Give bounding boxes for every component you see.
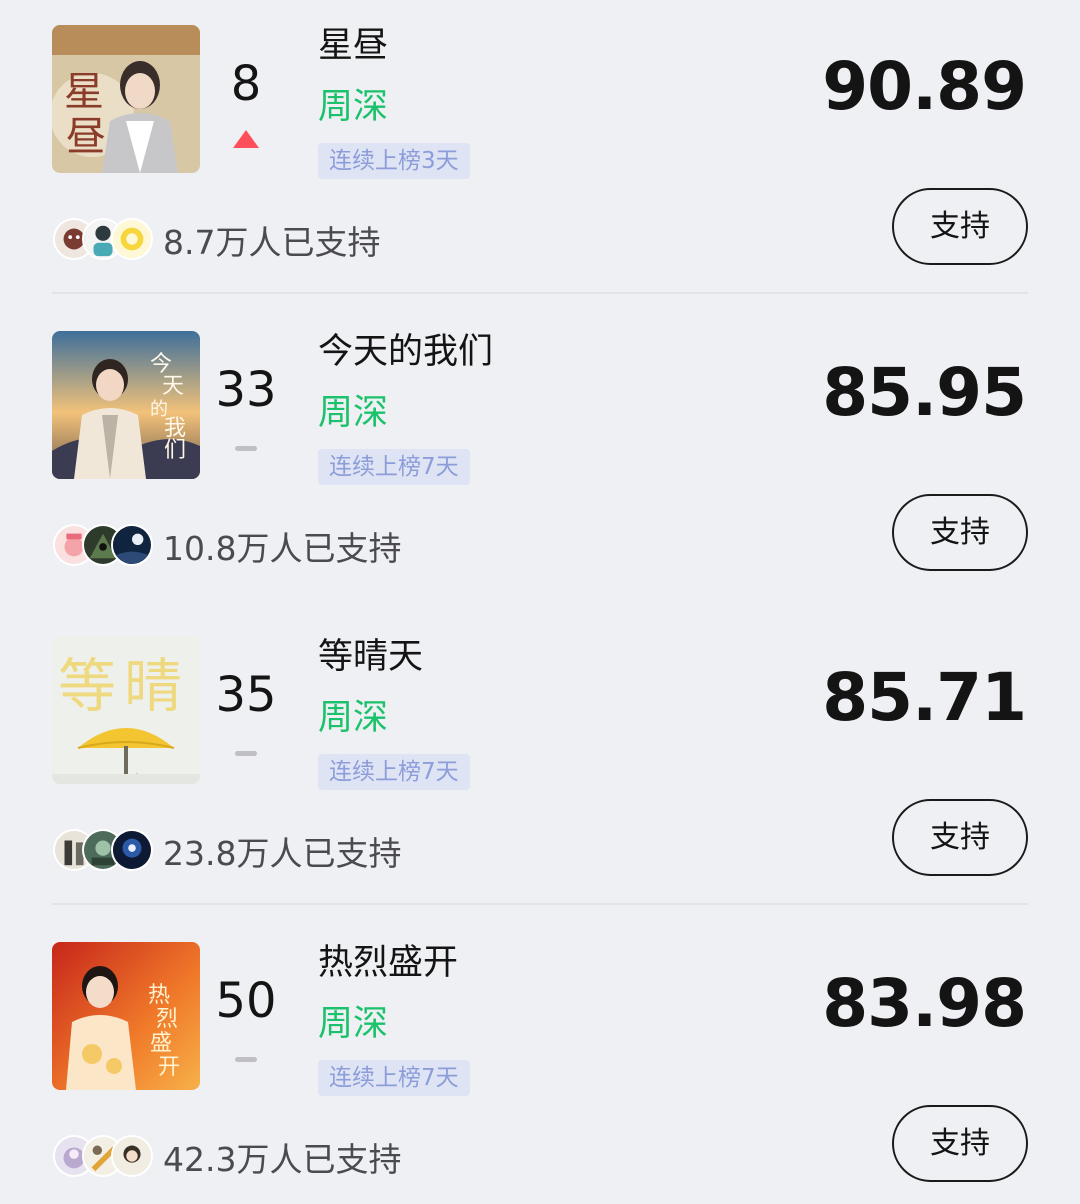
supporter-count: 8.7万人已支持 [163, 223, 381, 262]
avatar [111, 524, 153, 566]
streak-badge: 连续上榜7天 [318, 754, 470, 790]
song-title[interactable]: 热烈盛开 [318, 939, 458, 987]
streak-badge: 连续上榜7天 [318, 1060, 470, 1096]
supporter-count: 10.8万人已支持 [163, 529, 402, 568]
supporter-avatars [53, 524, 153, 568]
support-button[interactable]: 支持 [892, 1105, 1028, 1182]
svg-text:天: 天 [162, 374, 184, 399]
score-value: 83.98 [822, 965, 1027, 1042]
divider [52, 903, 1028, 905]
album-cover-art-dengqingtian: 等 晴 [52, 636, 200, 784]
album-cover-art-jintiandewomen: 今 天 的 我 们 [52, 331, 200, 479]
supporter-avatars [53, 1135, 153, 1179]
artist-name[interactable]: 周深 [318, 389, 388, 437]
dash-icon [232, 434, 260, 456]
album-cover-art-relieshengkai: 热 烈 盛 开 [52, 942, 200, 1090]
artist-name[interactable]: 周深 [318, 694, 388, 742]
ranking-item[interactable]: 今 天 的 我 们 33 今天的我们 周深 连续上榜7天 85.95 10.8万… [0, 306, 1080, 612]
svg-text:们: 们 [164, 438, 186, 463]
dash-icon [232, 739, 260, 761]
rank-number: 33 [215, 362, 277, 418]
svg-text:星: 星 [64, 69, 104, 115]
svg-text:热: 热 [148, 983, 170, 1008]
song-title[interactable]: 等晴天 [318, 633, 423, 681]
rank-number: 35 [215, 667, 277, 723]
ranking-item[interactable]: 等 晴 35 等晴天 周深 连续上榜7天 85.71 23.8万人已支持 支持 [0, 611, 1080, 917]
album-cover[interactable]: 热 烈 盛 开 [52, 942, 200, 1090]
supporter-count: 23.8万人已支持 [163, 834, 402, 873]
ranking-item[interactable]: 星 昼 8 星昼 周深 连续上榜3天 90.89 8.7万人已支持 支持 [0, 0, 1080, 306]
artist-name[interactable]: 周深 [318, 1000, 388, 1048]
svg-text:烈: 烈 [156, 1007, 178, 1032]
album-cover[interactable]: 等 晴 [52, 636, 200, 784]
support-button[interactable]: 支持 [892, 188, 1028, 265]
svg-text:盛: 盛 [150, 1031, 172, 1056]
album-cover[interactable]: 今 天 的 我 们 [52, 331, 200, 479]
score-value: 85.95 [822, 354, 1027, 431]
album-cover[interactable]: 星 昼 [52, 25, 200, 173]
score-value: 85.71 [822, 659, 1027, 736]
ranking-item[interactable]: 热 烈 盛 开 50 热烈盛开 周深 连续上榜7天 83.98 42.3万人已支… [0, 917, 1080, 1204]
song-title[interactable]: 星昼 [318, 22, 388, 70]
divider [52, 292, 1028, 294]
svg-text:晴: 晴 [124, 652, 182, 720]
ranking-list: 星 昼 8 星昼 周深 连续上榜3天 90.89 8.7万人已支持 支持 今 天… [0, 0, 1080, 1204]
avatar [111, 218, 153, 260]
rank-number: 8 [230, 56, 262, 112]
triangle-up-icon [232, 128, 260, 150]
supporter-avatars [53, 218, 153, 262]
supporter-count: 42.3万人已支持 [163, 1140, 402, 1179]
dash-icon [232, 1045, 260, 1067]
avatar [111, 829, 153, 871]
rank-number: 50 [215, 973, 277, 1029]
score-value: 90.89 [822, 48, 1027, 125]
svg-text:开: 开 [158, 1055, 180, 1080]
supporter-avatars [53, 829, 153, 873]
avatar [111, 1135, 153, 1177]
song-title[interactable]: 今天的我们 [318, 328, 493, 376]
artist-name[interactable]: 周深 [318, 83, 388, 131]
svg-text:等: 等 [58, 652, 116, 720]
streak-badge: 连续上榜3天 [318, 143, 470, 179]
streak-badge: 连续上榜7天 [318, 449, 470, 485]
svg-text:昼: 昼 [66, 114, 106, 160]
album-cover-art-xingzhou: 星 昼 [52, 25, 200, 173]
support-button[interactable]: 支持 [892, 799, 1028, 876]
support-button[interactable]: 支持 [892, 494, 1028, 571]
